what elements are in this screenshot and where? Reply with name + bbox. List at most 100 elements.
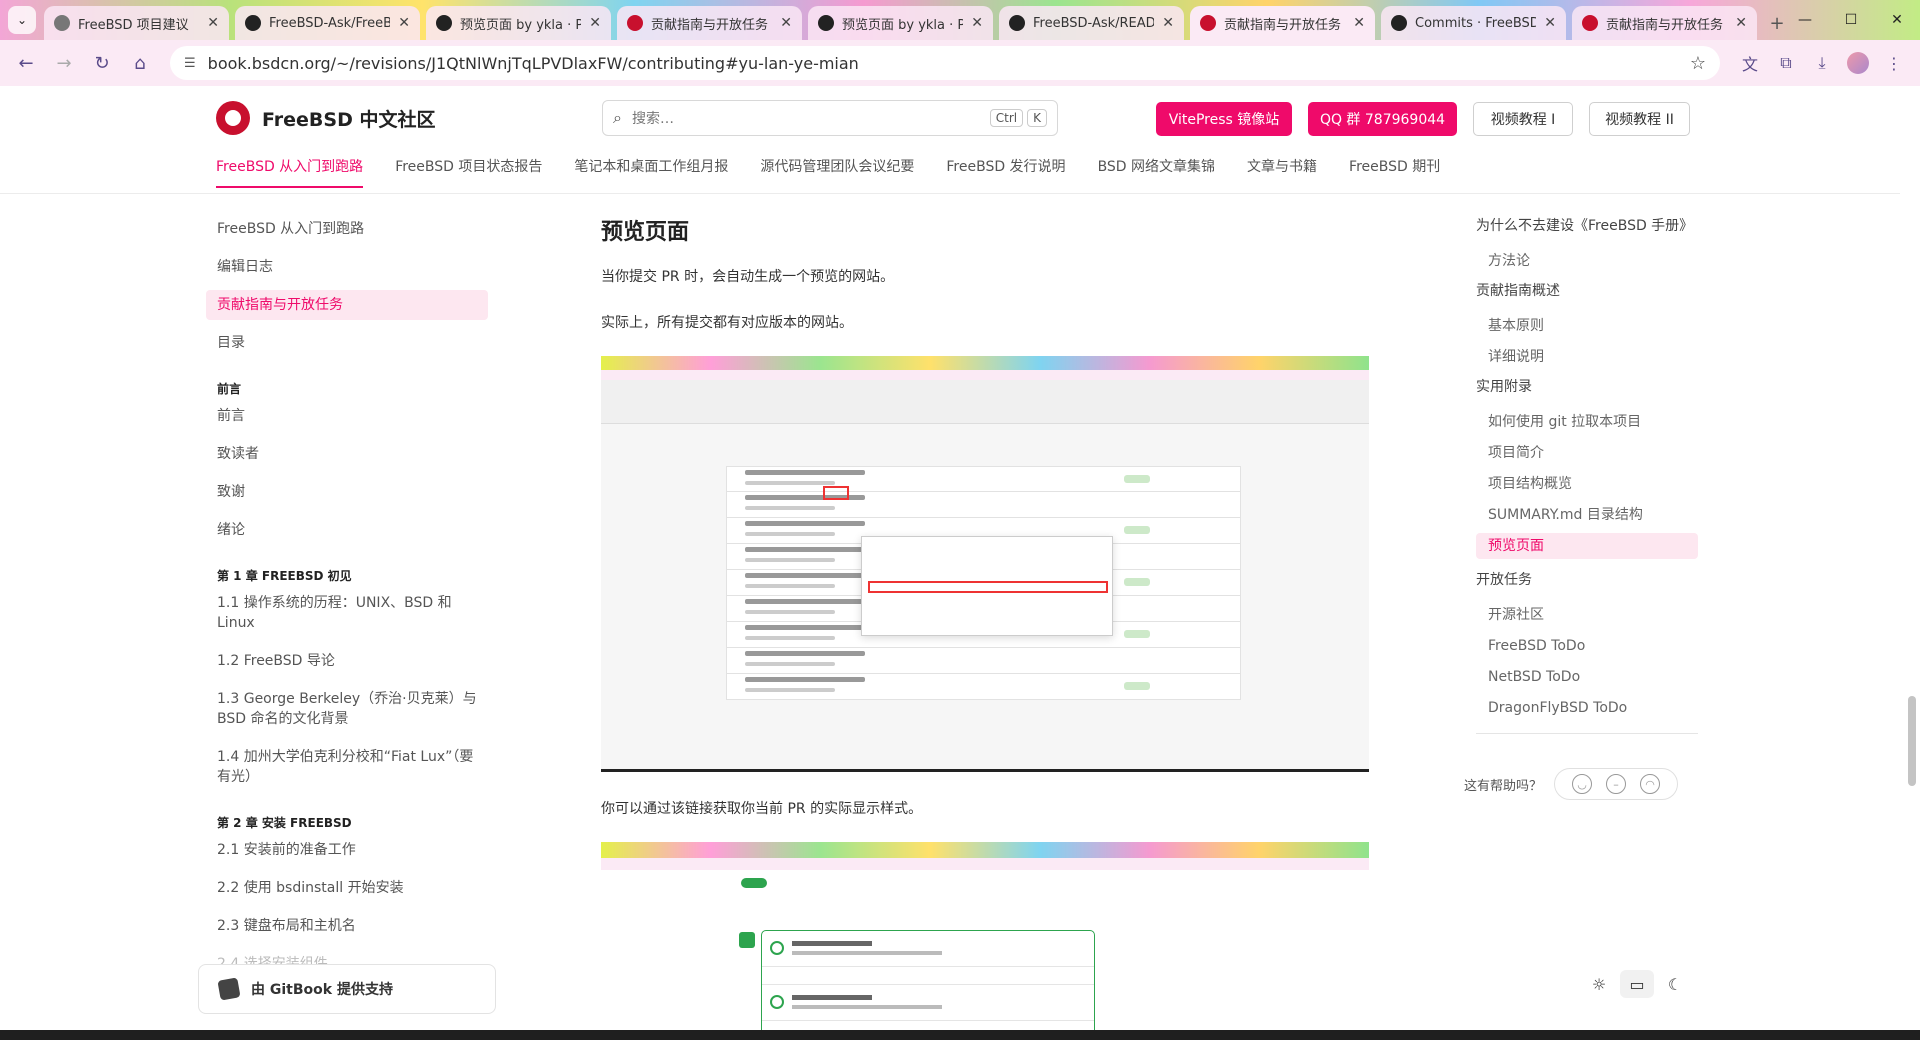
browser-tab[interactable]: 预览页面 by ykla · P ✕ bbox=[808, 6, 993, 40]
sidebar-item[interactable]: 致读者 bbox=[206, 439, 488, 469]
github-favicon-icon bbox=[245, 15, 261, 31]
sidebar-item[interactable]: 目录 bbox=[206, 328, 488, 358]
dark-theme-icon[interactable]: ☾ bbox=[1658, 970, 1692, 998]
extensions-icon[interactable]: ⧉ bbox=[1770, 47, 1802, 79]
toc-item[interactable]: 项目简介 bbox=[1476, 440, 1698, 466]
reload-icon[interactable]: ↻ bbox=[86, 47, 118, 79]
sidebar-item[interactable]: FreeBSD 从入门到跑路 bbox=[206, 214, 488, 244]
toc-item[interactable]: 开源社区 bbox=[1476, 602, 1698, 628]
sidebar-item[interactable]: 致谢 bbox=[206, 477, 488, 507]
video-tutorial-2-button[interactable]: 视频教程 II bbox=[1589, 102, 1690, 136]
browser-tab[interactable]: Commits · FreeBSD ✕ bbox=[1381, 6, 1566, 40]
browser-tab[interactable]: 贡献指南与开放任务 ✕ bbox=[1572, 6, 1757, 40]
topnav-item[interactable]: FreeBSD 发行说明 bbox=[946, 156, 1065, 188]
tab-close-icon[interactable]: ✕ bbox=[207, 15, 219, 31]
toc-item[interactable]: DragonFlyBSD ToDo bbox=[1476, 695, 1698, 721]
video-tutorial-1-button[interactable]: 视频教程 I bbox=[1473, 102, 1573, 136]
paragraph: 当你提交 PR 时，会自动生成一个预览的网站。 bbox=[601, 269, 895, 285]
close-window-icon[interactable]: ✕ bbox=[1874, 0, 1920, 40]
toc-item[interactable]: 基本原则 bbox=[1476, 313, 1698, 339]
topnav-item[interactable]: FreeBSD 项目状态报告 bbox=[395, 156, 542, 188]
tab-close-icon[interactable]: ✕ bbox=[589, 15, 601, 31]
sidebar-item[interactable]: 前言 bbox=[206, 401, 488, 431]
kbd-ctrl: Ctrl bbox=[989, 109, 1024, 127]
sidebar-item[interactable]: 绪论 bbox=[206, 515, 488, 545]
tab-close-icon[interactable]: ✕ bbox=[1353, 15, 1365, 31]
neutral-face-icon[interactable]: – bbox=[1606, 774, 1627, 794]
maximize-icon[interactable]: ☐ bbox=[1828, 0, 1874, 40]
forward-icon[interactable]: → bbox=[48, 47, 80, 79]
site-info-icon[interactable]: ☰ bbox=[184, 56, 196, 71]
search-box[interactable]: ⌕ 搜索… Ctrl K bbox=[602, 100, 1058, 136]
address-bar[interactable]: ☰ book.bsdcn.org/~/revisions/J1QtNlWnjTq… bbox=[170, 46, 1720, 80]
browser-tab[interactable]: FreeBSD-Ask/READ ✕ bbox=[999, 6, 1184, 40]
sidebar-item[interactable]: 1.3 George Berkeley（乔治·贝克莱）与 BSD 命名的文化背景 bbox=[206, 684, 488, 734]
tab-close-icon[interactable]: ✕ bbox=[780, 15, 792, 31]
sidebar-section-ch1: 第 1 章 FREEBSD 初见 bbox=[217, 569, 352, 583]
smile-face-icon[interactable]: ◡ bbox=[1572, 774, 1593, 794]
sidebar-item[interactable]: 2.2 使用 bsdinstall 开始安装 bbox=[206, 873, 488, 903]
sidebar-item[interactable]: 2.1 安装前的准备工作 bbox=[206, 835, 488, 865]
gitbook-icon bbox=[217, 977, 241, 1001]
browser-tab[interactable]: 贡献指南与开放任务 ✕ bbox=[617, 6, 802, 40]
tab-close-icon[interactable]: ✕ bbox=[971, 15, 983, 31]
tab-search-icon[interactable]: ⌄ bbox=[8, 6, 36, 34]
tab-close-icon[interactable]: ✕ bbox=[1735, 15, 1747, 31]
toc-item[interactable]: SUMMARY.md 目录结构 bbox=[1476, 502, 1698, 528]
topnav-item[interactable]: FreeBSD 从入门到跑路 bbox=[216, 156, 364, 188]
translate-icon[interactable]: 文 bbox=[1734, 47, 1766, 79]
sidebar-item[interactable]: 编辑日志 bbox=[206, 252, 488, 282]
topnav-item[interactable]: 笔记本和桌面工作组月报 bbox=[574, 156, 728, 188]
qq-group-button[interactable]: QQ 群 787969044 bbox=[1308, 102, 1457, 136]
topnav-item[interactable]: 文章与书籍 bbox=[1247, 156, 1317, 188]
bookmark-star-icon[interactable]: ☆ bbox=[1690, 53, 1706, 74]
sad-face-icon[interactable]: ◠ bbox=[1640, 774, 1661, 794]
sidebar-item[interactable]: 1.1 操作系统的历程：UNIX、BSD 和 Linux bbox=[206, 588, 488, 638]
site-logo[interactable]: FreeBSD 中文社区 bbox=[216, 101, 435, 135]
toc-item[interactable]: 贡献指南概述 bbox=[1476, 279, 1698, 303]
menu-icon[interactable]: ⋮ bbox=[1878, 47, 1910, 79]
profile-avatar[interactable] bbox=[1842, 47, 1874, 79]
sidebar-item[interactable]: 1.4 加州大学伯克利分校和“Fiat Lux”（要有光） bbox=[206, 742, 488, 792]
topnav-item[interactable]: FreeBSD 期刊 bbox=[1349, 156, 1440, 188]
sidebar-item[interactable]: 2.3 键盘布局和主机名 bbox=[206, 911, 488, 941]
browser-tab[interactable]: FreeBSD 项目建议 ✕ bbox=[44, 6, 229, 40]
system-theme-icon[interactable]: ▭ bbox=[1620, 970, 1654, 998]
globe-favicon-icon bbox=[54, 15, 70, 31]
scrollbar[interactable] bbox=[1908, 696, 1916, 786]
browser-tab[interactable]: 预览页面 by ykla · P ✕ bbox=[426, 6, 611, 40]
feedback-widget: 这有帮助吗？ ◡ – ◠ bbox=[1464, 768, 1679, 800]
toc-item[interactable]: 项目结构概览 bbox=[1476, 471, 1698, 497]
back-icon[interactable]: ← bbox=[10, 47, 42, 79]
tab-close-icon[interactable]: ✕ bbox=[398, 15, 410, 31]
toc-item[interactable]: 为什么不去建设《FreeBSD 手册》 bbox=[1476, 214, 1698, 238]
light-theme-icon[interactable]: ☼ bbox=[1582, 970, 1616, 998]
browser-tab[interactable]: FreeBSD-Ask/FreeB ✕ bbox=[235, 6, 420, 40]
topnav-item[interactable]: 源代码管理团队会议纪要 bbox=[760, 156, 914, 188]
feedback-label: 这有帮助吗？ bbox=[1464, 778, 1543, 794]
tab-title: 贡献指南与开放任务 bbox=[1224, 17, 1342, 33]
tab-title: FreeBSD-Ask/READ bbox=[1033, 15, 1155, 31]
toc-item[interactable]: 实用附录 bbox=[1476, 375, 1698, 399]
browser-tab[interactable]: 贡献指南与开放任务 ✕ bbox=[1190, 6, 1375, 40]
toc-item[interactable]: 如何使用 git 拉取本项目 bbox=[1476, 409, 1698, 435]
toc-item[interactable]: 详细说明 bbox=[1476, 344, 1698, 370]
sidebar-item[interactable]: 1.2 FreeBSD 导论 bbox=[206, 646, 488, 676]
download-icon[interactable]: ⤓ bbox=[1806, 47, 1838, 79]
freebsd-favicon-icon bbox=[1200, 15, 1216, 31]
kbd-k: K bbox=[1027, 109, 1047, 127]
toc-item[interactable]: NetBSD ToDo bbox=[1476, 664, 1698, 690]
toc-item[interactable]: 方法论 bbox=[1476, 248, 1698, 274]
toc-item[interactable]: FreeBSD ToDo bbox=[1476, 633, 1698, 659]
toc-item[interactable]: 开放任务 bbox=[1476, 568, 1698, 592]
home-icon[interactable]: ⌂ bbox=[124, 47, 156, 79]
toc-item[interactable]: 预览页面 bbox=[1476, 533, 1698, 559]
tab-close-icon[interactable]: ✕ bbox=[1162, 15, 1174, 31]
tab-close-icon[interactable]: ✕ bbox=[1544, 15, 1556, 31]
minimize-icon[interactable]: — bbox=[1782, 0, 1828, 40]
topnav-item[interactable]: BSD 网络文章集锦 bbox=[1098, 156, 1215, 188]
vitepress-mirror-button[interactable]: VitePress 镜像站 bbox=[1156, 102, 1292, 136]
gitbook-badge[interactable]: 由 GitBook 提供支持 bbox=[198, 964, 496, 1014]
screenshot-commits-image bbox=[601, 356, 1369, 772]
sidebar-item[interactable]: 贡献指南与开放任务 bbox=[206, 290, 488, 320]
